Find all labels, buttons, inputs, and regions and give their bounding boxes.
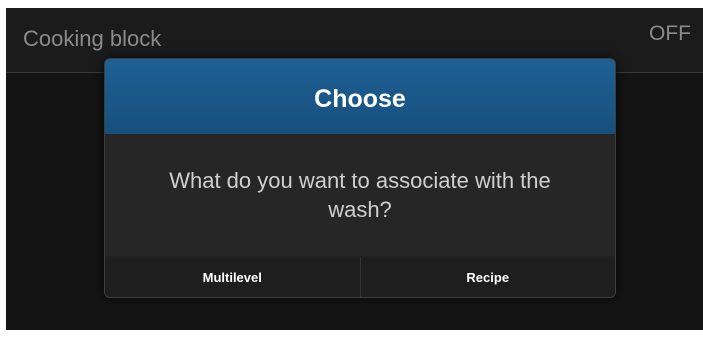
dialog-header: Choose — [105, 59, 615, 134]
app-screen: Cooking block OFF Choose What do you wan… — [6, 8, 703, 330]
recipe-button[interactable]: Recipe — [359, 257, 616, 297]
dialog-actions: Multilevel Recipe — [105, 256, 615, 297]
dialog-title: Choose — [314, 85, 406, 113]
status-toggle[interactable]: OFF — [649, 22, 691, 46]
multilevel-button[interactable]: Multilevel — [105, 257, 360, 297]
dialog-body: What do you want to associate with the w… — [105, 134, 615, 256]
page-title: Cooking block — [23, 26, 162, 51]
dialog-message: What do you want to associate with the w… — [169, 168, 551, 222]
choose-dialog: Choose What do you want to associate wit… — [104, 58, 616, 298]
